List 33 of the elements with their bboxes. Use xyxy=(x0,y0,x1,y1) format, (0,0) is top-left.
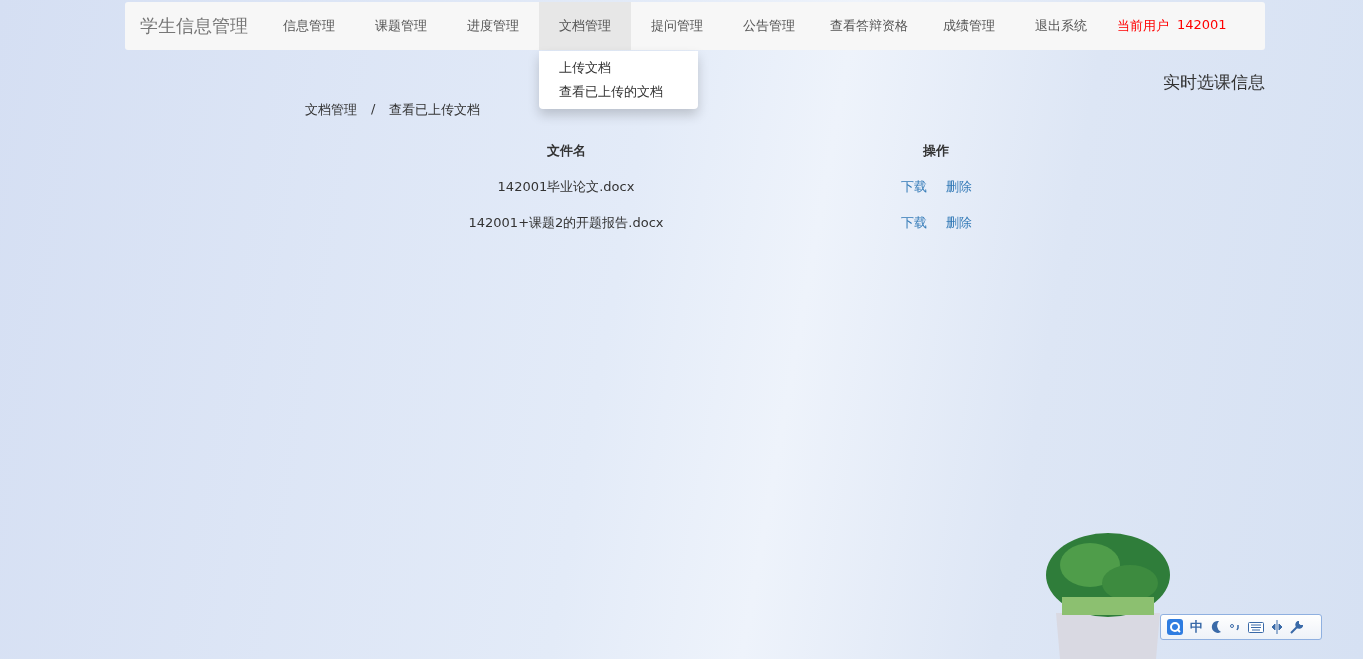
user-id: 142001 xyxy=(1177,17,1227,34)
nav-link[interactable]: 课题管理 xyxy=(355,2,447,50)
nav-link[interactable]: 查看答辩资格 xyxy=(815,2,923,50)
nav-link[interactable]: 提问管理 xyxy=(631,2,723,50)
menu-item[interactable]: 查看已上传的文档 xyxy=(539,80,698,104)
wrench-icon[interactable] xyxy=(1290,620,1303,634)
nav-link[interactable]: 进度管理 xyxy=(447,2,539,50)
punctuation-icon[interactable] xyxy=(1229,621,1241,633)
action-link[interactable]: 删除 xyxy=(945,214,972,232)
action-link[interactable]: 删除 xyxy=(945,178,972,196)
input-mode-toggle[interactable]: 中 xyxy=(1190,618,1203,636)
current-user-label: 当前用户 xyxy=(1117,17,1169,35)
file-name: 142001+课题2的开题报告.docx xyxy=(468,214,664,232)
nav-link[interactable]: 退出系统 xyxy=(1015,2,1107,50)
nav-link[interactable]: 公告管理 xyxy=(723,2,815,50)
ime-logo-icon[interactable] xyxy=(1167,619,1183,635)
action-link[interactable]: 下载 xyxy=(900,178,927,196)
breadcrumb-item[interactable]: 文档管理 xyxy=(305,101,357,119)
column-header: 操作 xyxy=(923,142,949,160)
keyboard-icon[interactable] xyxy=(1248,621,1264,633)
nav-link[interactable]: 文档管理 xyxy=(539,2,631,50)
moon-icon[interactable] xyxy=(1210,620,1222,634)
column-header: 文件名 xyxy=(546,142,586,160)
brand-title[interactable]: 学生信息管理 xyxy=(140,14,248,38)
nav-link[interactable]: 成绩管理 xyxy=(923,2,1015,50)
breadcrumb-item[interactable]: 查看已上传文档 xyxy=(389,101,481,119)
nav-link[interactable]: 信息管理 xyxy=(263,2,355,50)
split-icon[interactable] xyxy=(1271,620,1283,634)
menu-item[interactable]: 上传文档 xyxy=(539,56,698,80)
section-title: 实时选课信息 xyxy=(1163,71,1265,94)
breadcrumb-separator: / xyxy=(371,101,376,118)
action-link[interactable]: 下载 xyxy=(900,214,927,232)
file-name: 142001毕业论文.docx xyxy=(497,178,635,196)
